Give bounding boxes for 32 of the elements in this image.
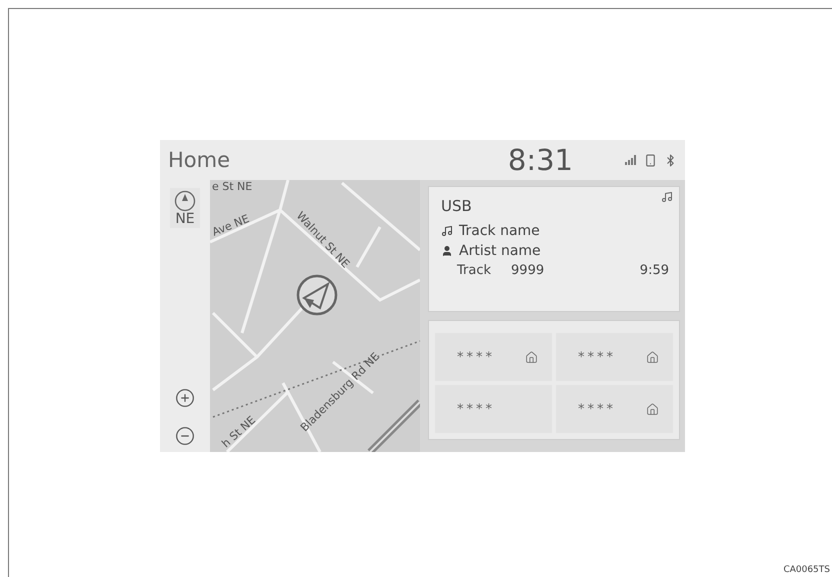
home-icon <box>646 402 659 416</box>
music-note-icon <box>441 225 453 237</box>
clock: 8:31 <box>508 143 573 177</box>
figure-code: CA0065TS <box>783 565 830 575</box>
audio-source: USB <box>441 197 473 215</box>
vehicle-position-icon <box>296 274 338 316</box>
music-note-icon <box>661 191 673 203</box>
home-icon <box>646 350 659 364</box>
person-icon <box>441 245 453 257</box>
compass-button[interactable]: NE <box>170 188 200 228</box>
track-number: 9999 <box>511 263 546 278</box>
compass-icon <box>174 190 196 212</box>
street-label: h St NE <box>219 414 258 450</box>
home-icon <box>525 350 538 364</box>
compass-heading: NE <box>175 212 195 226</box>
shortcut-button[interactable]: **** <box>556 385 673 433</box>
track-time: 9:59 <box>640 263 669 278</box>
street-label: Ave NE <box>210 212 252 239</box>
track-label: Track <box>457 263 492 278</box>
phone-icon <box>644 154 657 166</box>
bluetooth-icon <box>664 154 677 166</box>
artist-name: Artist name <box>459 243 541 259</box>
shortcut-button[interactable]: **** <box>435 333 552 381</box>
signal-icon <box>625 155 637 165</box>
shortcut-button[interactable]: **** <box>435 385 552 433</box>
track-name: Track name <box>459 223 540 239</box>
zoom-in-button[interactable] <box>175 388 195 408</box>
screen-title: Home <box>168 148 232 172</box>
zoom-out-button[interactable] <box>175 426 195 446</box>
audio-card[interactable]: USB Track name Artist name Track 9999 9:59 <box>428 186 680 312</box>
shortcut-button[interactable]: **** <box>556 333 673 381</box>
street-label: e St NE <box>212 180 252 193</box>
